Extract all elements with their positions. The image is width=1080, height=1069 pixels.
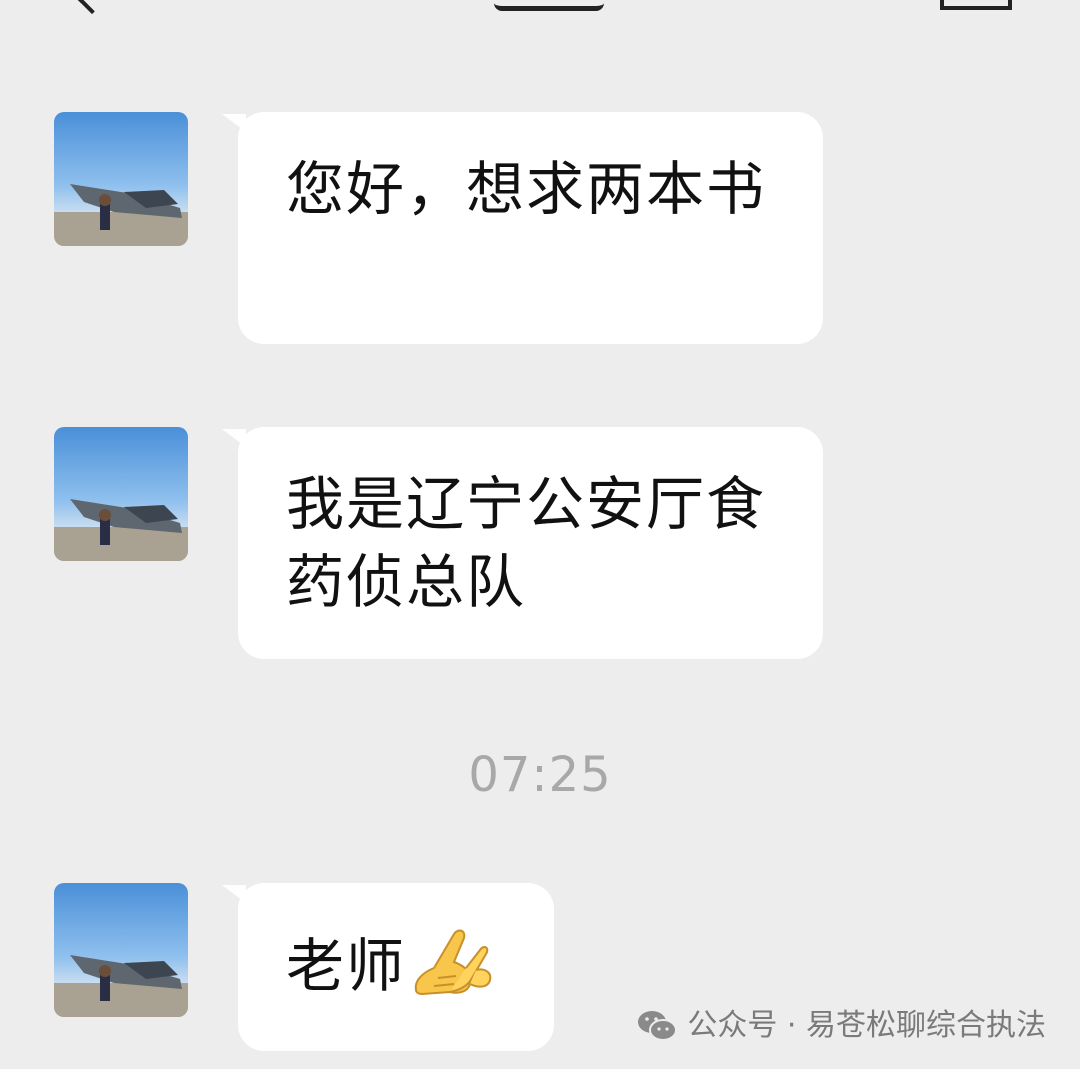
message-text: 您好，想求两本书 [286,155,767,223]
avatar[interactable] [54,112,188,246]
wechat-icon [638,1011,678,1041]
avatar-image [54,112,188,246]
avatar[interactable] [54,883,188,1017]
chat-title [494,0,604,11]
more-icon[interactable] [940,0,1012,10]
watermark-text: 公众号 · 易苍松聊综合执法 [687,1008,1046,1043]
avatar-image [54,883,188,1017]
message-text: 我是辽宁公安厅食药侦总队 [286,470,767,616]
avatar-image [54,427,188,561]
message-bubble[interactable]: 我是辽宁公安厅食药侦总队 [222,427,823,659]
avatar[interactable] [54,427,188,561]
top-bar [0,0,1080,15]
chevron-left-icon[interactable] [77,0,107,15]
folded-hands-emoji [414,929,492,996]
message-text: 老师 [286,932,407,1000]
watermark: 公众号 · 易苍松聊综合执法 [637,1004,1046,1048]
message-timestamp: 07:25 [468,747,612,803]
message-bubble[interactable]: 老师 [222,883,554,1051]
message-bubble[interactable]: 您好，想求两本书 [222,112,823,344]
